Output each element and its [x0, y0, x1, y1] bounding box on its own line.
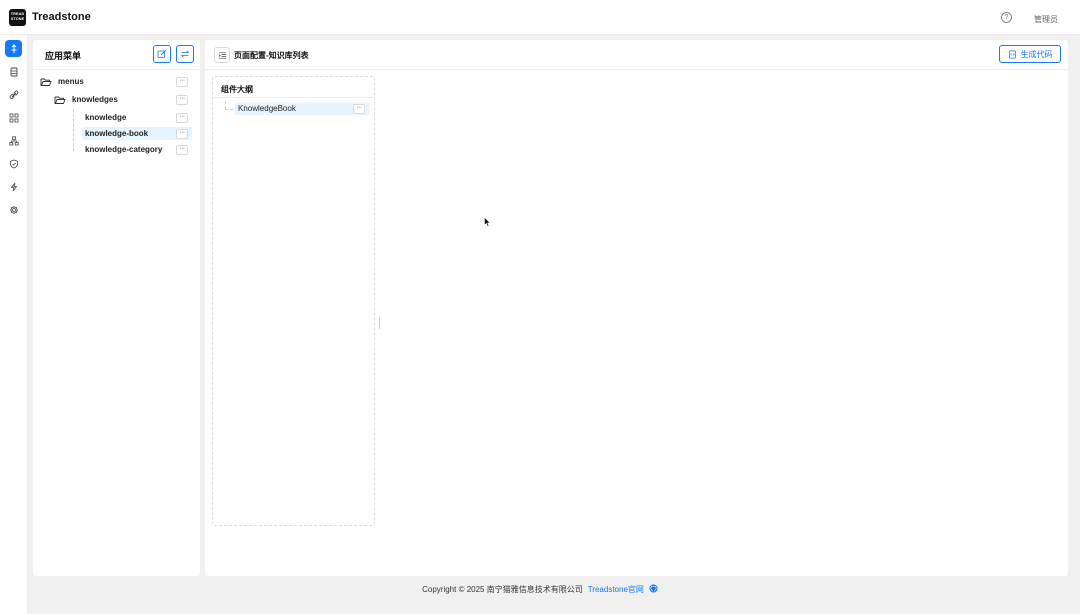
- tree-node-label: knowledge: [85, 113, 127, 122]
- mouse-cursor-icon: [484, 217, 491, 227]
- toggle-sidebar-button[interactable]: [214, 47, 230, 63]
- tree-node-more-button[interactable]: ···: [176, 145, 188, 155]
- thunderbolt-icon[interactable]: [5, 178, 22, 195]
- edit-menu-button[interactable]: [153, 45, 171, 63]
- outline-title: 组件大纲: [221, 85, 253, 94]
- pin-icon[interactable]: [5, 40, 22, 57]
- github-icon[interactable]: [649, 584, 658, 593]
- folder-open-icon: [54, 96, 66, 104]
- menu-panel-divider: [33, 69, 200, 70]
- treadstone-logo[interactable]: TREAD STONE: [9, 9, 26, 26]
- component-outline: 组件大纲 KnowledgeBook ···: [212, 76, 375, 526]
- menu-panel-title: 应用菜单: [45, 51, 82, 61]
- copyright-text: Copyright © 2025 南宁猫雅信息技术有限公司: [422, 585, 583, 594]
- tree-node-label: knowledge-category: [85, 145, 163, 154]
- question-circle-icon[interactable]: ?: [1001, 12, 1012, 23]
- app-menu-panel: 应用菜单 menus ··· knowledges ··· knowledge …: [33, 40, 200, 576]
- swap-menu-button[interactable]: [176, 45, 194, 63]
- code-file-icon: [1008, 50, 1016, 58]
- database-icon[interactable]: [5, 63, 22, 80]
- tree-node-more-button[interactable]: ···: [176, 129, 188, 139]
- user-menu[interactable]: 管理员: [1034, 14, 1058, 25]
- generate-code-label: 生成代码: [1020, 49, 1053, 59]
- tree-node-more-button[interactable]: ···: [176, 77, 188, 87]
- main-panel-divider: [205, 69, 1068, 70]
- outline-node-label: KnowledgeBook: [238, 104, 296, 113]
- tree-node-knowledge[interactable]: knowledge: [82, 111, 129, 124]
- outline-node-knowledgebook[interactable]: KnowledgeBook: [235, 103, 369, 115]
- footer: Copyright © 2025 南宁猫雅信息技术有限公司 Treadstone官…: [0, 584, 1080, 598]
- official-site-link[interactable]: Treadstone官网: [588, 585, 644, 594]
- menu-fold-icon: [218, 51, 226, 59]
- gear-icon[interactable]: [5, 201, 22, 218]
- shield-check-icon[interactable]: [5, 155, 22, 172]
- generate-code-button[interactable]: 生成代码: [999, 45, 1061, 63]
- top-header: TREAD STONE Treadstone ? 管理员: [0, 0, 1080, 35]
- resize-splitter[interactable]: [379, 317, 382, 329]
- page-config-panel: 页面配置-知识库列表 生成代码 组件大纲 KnowledgeBook ···: [205, 40, 1068, 576]
- tree-node-label: menus: [58, 77, 84, 86]
- tree-guide-line: [73, 109, 74, 151]
- logo-line-1: TREAD: [10, 12, 25, 16]
- tree-node-more-button[interactable]: ···: [176, 95, 188, 105]
- outline-node-more-button[interactable]: ···: [353, 104, 365, 114]
- folder-open-icon: [40, 78, 52, 86]
- appstore-icon[interactable]: [5, 109, 22, 126]
- tree-node-more-button[interactable]: ···: [176, 113, 188, 123]
- tree-node-label: knowledge-book: [85, 129, 149, 138]
- link-icon[interactable]: [5, 86, 22, 103]
- edit-icon: [157, 49, 167, 58]
- outline-guide-line: [225, 101, 226, 109]
- outline-guide-branch: [225, 109, 233, 110]
- tree-node-knowledge-category[interactable]: knowledge-category: [82, 143, 165, 156]
- tree-node-menus[interactable]: menus: [37, 75, 87, 88]
- app-name[interactable]: Treadstone: [32, 11, 91, 23]
- outline-divider: [213, 97, 374, 98]
- tree-node-knowledges[interactable]: knowledges: [51, 93, 121, 106]
- swap-icon: [180, 50, 190, 58]
- left-nav-rail: [0, 35, 28, 614]
- cluster-icon[interactable]: [5, 132, 22, 149]
- page-title: 页面配置-知识库列表: [234, 51, 309, 60]
- tree-node-label: knowledges: [72, 95, 118, 104]
- logo-line-2: STONE: [10, 16, 25, 21]
